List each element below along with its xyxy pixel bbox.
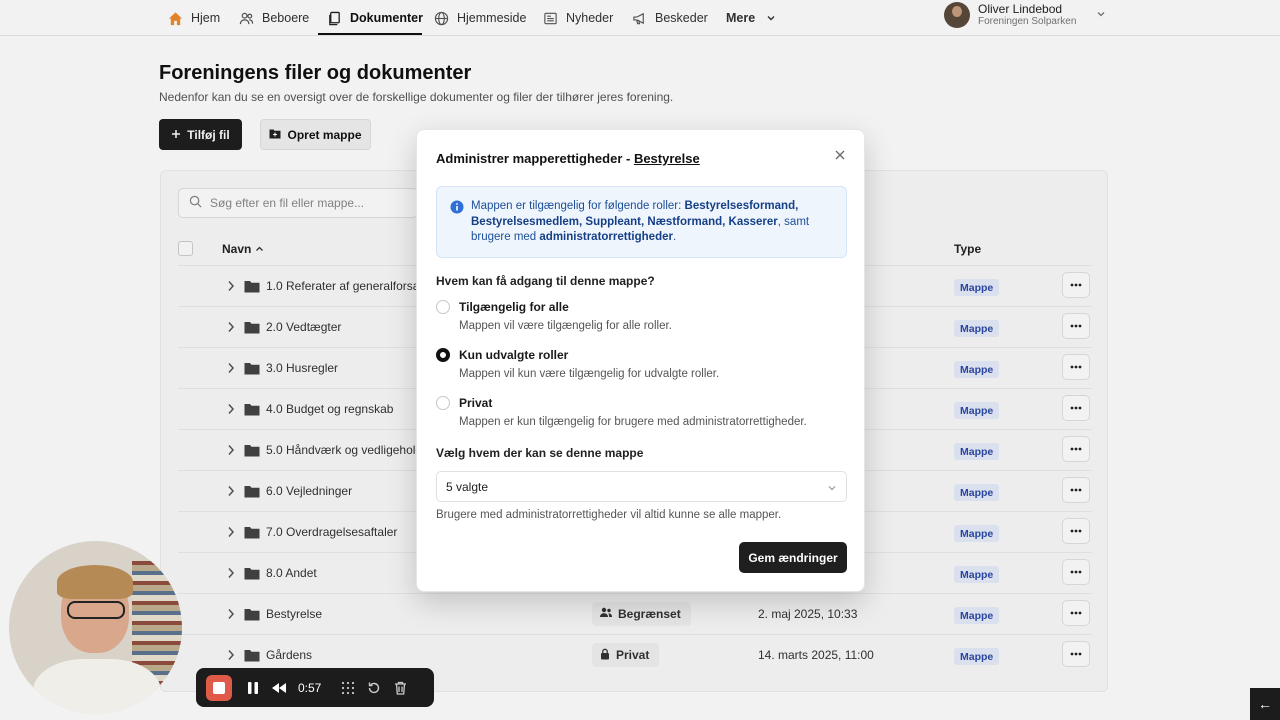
- roles-select-value: 5 valgte: [446, 480, 489, 494]
- radio-available-all[interactable]: [436, 300, 450, 314]
- stop-recording-button[interactable]: [206, 674, 232, 701]
- modal-title: Administrer mapperettigheder - Bestyrels…: [436, 151, 700, 166]
- info-icon: [450, 200, 464, 219]
- modal-folder-name[interactable]: Bestyrelse: [634, 151, 700, 166]
- restart-icon[interactable]: [361, 675, 387, 701]
- close-icon[interactable]: [833, 148, 847, 162]
- radio-selected-roles[interactable]: [436, 348, 450, 362]
- person-hair: [57, 565, 133, 599]
- option-description: Mappen vil kun være tilgængelig for udva…: [459, 368, 720, 380]
- modal-title-prefix: Administrer mapperettigheder -: [436, 151, 634, 166]
- option-label: Kun udvalgte roller: [459, 348, 569, 362]
- grid-icon[interactable]: [335, 675, 361, 701]
- option-label: Privat: [459, 396, 493, 410]
- info-end: .: [672, 231, 677, 243]
- recording-toolbar: 0:57: [196, 668, 434, 707]
- person-glasses: [67, 601, 125, 619]
- person-body: [33, 659, 161, 714]
- roles-select[interactable]: 5 valgte: [436, 471, 847, 502]
- collapse-arrow-icon[interactable]: ←: [1250, 688, 1280, 720]
- info-text: Mappen er tilgængelig for følgende rolle…: [471, 199, 836, 246]
- trash-icon[interactable]: [387, 675, 413, 701]
- chevron-down-icon: [827, 480, 837, 498]
- option-description: Mappen er kun tilgængelig for brugere me…: [459, 416, 807, 428]
- recording-timer: 0:57: [298, 680, 322, 695]
- rewind-icon[interactable]: [266, 675, 292, 701]
- pause-icon[interactable]: [240, 675, 266, 701]
- info-intro: Mappen er tilgængelig for følgende rolle…: [471, 200, 685, 212]
- radio-private[interactable]: [436, 396, 450, 410]
- visibility-question: Vælg hvem der kan se denne mappe: [436, 446, 644, 460]
- webcam-preview[interactable]: [9, 541, 182, 714]
- info-admin: administratorrettigheder: [539, 231, 673, 243]
- save-changes-button[interactable]: Gem ændringer: [739, 542, 847, 573]
- folder-permissions-modal: Administrer mapperettigheder - Bestyrels…: [416, 129, 865, 592]
- access-question: Hvem kan få adgang til denne mappe?: [436, 274, 655, 288]
- info-banner: Mappen er tilgængelig for følgende rolle…: [436, 186, 847, 258]
- option-label: Tilgængelig for alle: [459, 300, 569, 314]
- admin-hint: Brugere med administratorrettigheder vil…: [436, 509, 782, 521]
- option-description: Mappen vil være tilgængelig for alle rol…: [459, 320, 672, 332]
